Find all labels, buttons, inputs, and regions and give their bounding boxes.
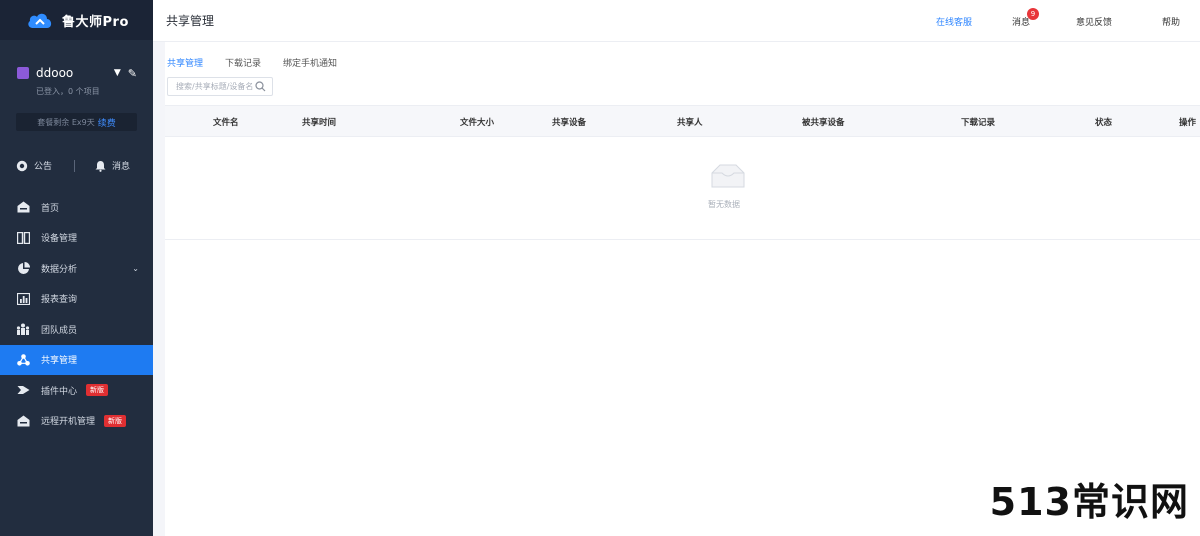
sidebar-item-analytics[interactable]: 数据分析 ⌄ (0, 253, 153, 284)
sidebar-item-label: 共享管理 (41, 356, 78, 367)
notice-label: 公告 (34, 162, 53, 172)
main-panel: 共享管理 下载记录 绑定手机通知 搜索/共享标题/设备名 文件名 共享时间 文件… (165, 42, 1200, 536)
sidebar-item-remote-power[interactable]: 远程开机管理 新版 (0, 406, 153, 437)
feedback-link[interactable]: 意见反馈 (1076, 15, 1112, 28)
new-badge: 新版 (86, 384, 109, 397)
new-badge: 新版 (104, 414, 127, 427)
cloud-logo-icon (28, 13, 52, 28)
header-messages-label: 消息 (1012, 17, 1031, 28)
user-block: ddooo ▼ ✎ 已登入，0 个项目 (0, 40, 153, 97)
renew-link[interactable]: 续费 (98, 116, 116, 129)
watermark: 513常识网 (989, 480, 1189, 524)
search-input[interactable]: 搜索/共享标题/设备名 (167, 77, 273, 96)
sidebar-item-label: 插件中心 (41, 386, 78, 397)
column-header-filename: 文件名 (213, 118, 239, 128)
column-header-share-time: 共享时间 (302, 118, 337, 128)
online-service-link[interactable]: 在线客服 (936, 15, 972, 28)
pie-chart-icon (16, 261, 30, 275)
sidebar-item-reports[interactable]: 报表查询 (0, 284, 153, 315)
sidebar-nav: 首页 设备管理 数据分析 ⌄ 报表查询 团队成员 共享管理 插件中心 新版 远程… (0, 192, 153, 436)
bar-chart-icon (16, 292, 30, 306)
message-count-badge: 9 (1027, 7, 1040, 20)
account-label: 套餐剩余 Ex9天 (37, 117, 95, 127)
message-label: 消息 (112, 162, 131, 172)
search-placeholder: 搜索/共享标题/设备名 (176, 82, 254, 91)
account-box: 套餐剩余 Ex9天 续费 (16, 113, 137, 131)
avatar[interactable] (17, 67, 29, 79)
sidebar-item-devices[interactable]: 设备管理 (0, 223, 153, 254)
sidebar-item-plugins[interactable]: 插件中心 新版 (0, 375, 153, 406)
top-header: 共享管理 在线客服 消息 9 意见反馈 帮助 (153, 0, 1200, 42)
share-table: 文件名 共享时间 文件大小 共享设备 共享人 被共享设备 下载记录 状态 操作 … (165, 105, 1200, 240)
caret-down-icon[interactable]: ▼ (114, 68, 121, 78)
tab-download-records[interactable]: 下载记录 (225, 56, 261, 69)
column-header-download-records: 下载记录 (961, 118, 996, 128)
notice-button[interactable]: 公告 (16, 159, 52, 172)
empty-text: 暂无数据 (708, 200, 740, 209)
sidebar-item-label: 数据分析 (41, 264, 78, 275)
home-icon (16, 200, 30, 214)
column-header-shared-device: 被共享设备 (802, 118, 845, 128)
empty-box-icon (711, 164, 745, 188)
page-title: 共享管理 (166, 14, 215, 28)
team-icon (16, 322, 30, 336)
sidebar-item-home[interactable]: 首页 (0, 192, 153, 223)
logo-bar[interactable]: 鲁大师Pro (0, 0, 153, 40)
sidebar-item-label: 首页 (41, 203, 60, 214)
tab-bar: 共享管理 下载记录 绑定手机通知 (167, 56, 359, 69)
column-header-file-size: 文件大小 (460, 118, 495, 128)
column-header-sharer: 共享人 (677, 118, 703, 128)
app-title: 鲁大师Pro (62, 14, 129, 30)
sidebar-item-team[interactable]: 团队成员 (0, 314, 153, 345)
column-header-share-device: 共享设备 (552, 118, 587, 128)
bell-icon (95, 160, 106, 172)
column-header-actions: 操作 (1179, 118, 1197, 128)
table-header: 文件名 共享时间 文件大小 共享设备 共享人 被共享设备 下载记录 状态 操作 (165, 105, 1200, 137)
sidebar: 鲁大师Pro ddooo ▼ ✎ 已登入，0 个项目 套餐剩余 Ex9天 续费 … (0, 0, 153, 536)
tab-share-management[interactable]: 共享管理 (167, 56, 203, 69)
plugin-icon (16, 383, 30, 397)
divider (74, 159, 76, 172)
quick-row: 公告 消息 (16, 159, 153, 172)
notice-icon (16, 160, 28, 171)
pencil-icon[interactable]: ✎ (128, 67, 137, 80)
help-link[interactable]: 帮助 (1162, 15, 1180, 28)
user-subtitle: 已登入，0 个项目 (36, 87, 100, 96)
column-header-status: 状态 (1095, 118, 1113, 128)
sidebar-item-label: 团队成员 (41, 325, 78, 336)
username[interactable]: ddooo (36, 66, 114, 80)
device-icon (16, 231, 30, 245)
share-icon (16, 353, 30, 367)
tab-bind-phone[interactable]: 绑定手机通知 (283, 56, 337, 69)
message-button[interactable]: 消息 (95, 159, 130, 172)
search-icon[interactable] (255, 81, 266, 92)
power-icon (16, 414, 30, 428)
sidebar-item-label: 设备管理 (41, 234, 78, 245)
empty-state: 暂无数据 (165, 137, 1200, 240)
sidebar-item-label: 报表查询 (41, 295, 78, 306)
chevron-down-icon: ⌄ (132, 263, 139, 273)
header-messages[interactable]: 消息 9 (1012, 7, 1040, 28)
sidebar-item-label: 远程开机管理 (41, 417, 96, 428)
sidebar-item-share[interactable]: 共享管理 (0, 344, 153, 375)
